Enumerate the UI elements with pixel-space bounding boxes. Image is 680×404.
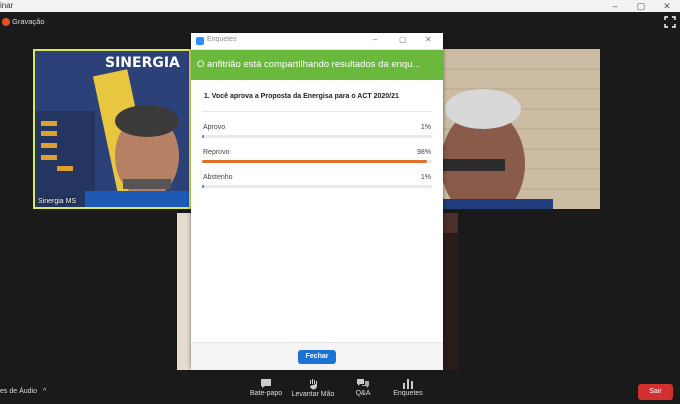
minimize-icon[interactable]: – [602, 0, 628, 12]
close-poll-button[interactable]: Fechar [298, 350, 336, 364]
answer-percent: 1% [420, 124, 431, 131]
poll-answer-abstenho: Abstenho 1% [202, 174, 432, 194]
answer-label: Abstenho [203, 174, 233, 181]
maximize-icon[interactable]: ▢ [399, 35, 407, 44]
fullscreen-icon[interactable] [664, 16, 676, 28]
answer-bar-fill [202, 135, 205, 138]
answer-label: Reprovo [203, 149, 230, 156]
audio-settings-label[interactable]: es de Áudio ^ [0, 388, 46, 395]
minimize-icon[interactable]: – [373, 35, 377, 44]
poll-dialog: Enquetes – ▢ ✕ O anfitrião está comparti… [191, 33, 443, 370]
chat-label: Bate-papo [249, 390, 283, 397]
qa-icon [357, 379, 369, 388]
poll-question: 1. Você aprova a Proposta da Energisa pa… [204, 93, 399, 100]
poll-answer-aprovo: Aprovo 1% [202, 124, 432, 144]
recording-label: Gravação [12, 17, 45, 26]
raise-hand-label: Levantar Mão [291, 391, 335, 398]
recording-icon [2, 18, 10, 26]
participant-video [443, 49, 600, 209]
meeting-toolbar [0, 376, 680, 404]
poll-answer-reprovo: Reprovo 98% [202, 149, 432, 169]
chat-icon [261, 379, 271, 388]
divider [202, 111, 432, 112]
answer-percent: 98% [416, 149, 431, 156]
qa-button[interactable]: Q&A [341, 378, 385, 404]
answer-percent: 1% [420, 174, 431, 181]
participant-video: SINERGIA [35, 51, 189, 207]
window-titlebar: inar – ▢ ✕ [0, 0, 680, 12]
meeting-topbar: Gravação [0, 12, 680, 34]
video-tile-sinergia[interactable]: SINERGIA Sinergia MS [33, 49, 191, 209]
chat-button[interactable]: Bate-papo [244, 378, 288, 404]
answer-bar-fill [202, 160, 428, 163]
qa-label: Q&A [355, 390, 371, 397]
zoom-logo-icon [196, 37, 204, 45]
svg-text:SINERGIA: SINERGIA [105, 55, 180, 71]
leave-button[interactable]: Sair [638, 384, 673, 400]
polls-button[interactable]: Enquetes [386, 378, 430, 404]
polls-label: Enquetes [393, 390, 423, 397]
answer-bar-track [202, 185, 432, 188]
answer-label: Aprovo [203, 124, 226, 131]
app-title: inar [0, 1, 14, 10]
close-window-icon[interactable]: ✕ [654, 0, 680, 12]
answer-bar-track [202, 135, 432, 138]
polls-icon [403, 379, 413, 389]
video-tile-right[interactable] [443, 49, 600, 209]
poll-titlebar: Enquetes – ▢ ✕ [191, 33, 443, 50]
participant-name: Sinergia MS [38, 198, 77, 205]
poll-share-banner: O anfitrião está compartilhando resultad… [191, 50, 443, 80]
poll-window-title: Enquetes [207, 36, 237, 43]
answer-bar-track [202, 160, 432, 163]
maximize-icon[interactable]: ▢ [628, 0, 654, 12]
answer-bar-fill [202, 185, 205, 188]
raise-hand-button[interactable]: Levantar Mão [291, 378, 335, 404]
close-dialog-icon[interactable]: ✕ [425, 35, 432, 44]
chevron-up-icon[interactable]: ^ [43, 388, 46, 395]
poll-footer: Fechar [191, 342, 443, 370]
raise-hand-icon [310, 379, 317, 390]
